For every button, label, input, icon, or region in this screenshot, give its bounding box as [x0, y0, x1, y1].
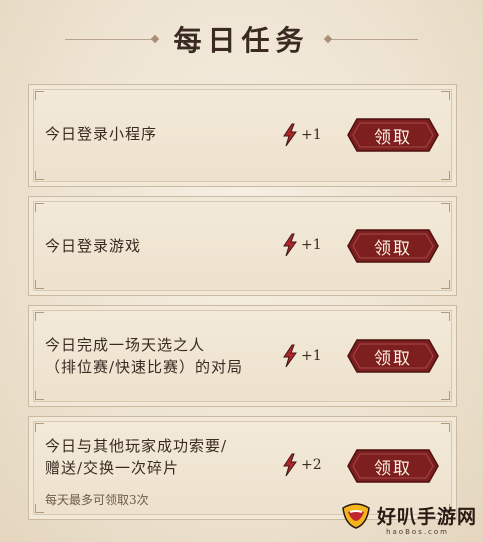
card-corner [35, 312, 44, 321]
task-limit-note: 每天最多可领取3次 [45, 493, 149, 507]
card-corner [441, 203, 450, 212]
task-text-line: 今日登录游戏 [45, 237, 142, 255]
card-corner [441, 171, 450, 180]
task-description: 今日登录游戏 [45, 235, 141, 257]
task-text-line: 今日与其他玩家成功索要/ [45, 437, 228, 455]
claim-button[interactable]: 领取 [347, 449, 439, 483]
header-divider-left [65, 38, 156, 40]
card-corner [441, 391, 450, 400]
task-description: 今日与其他玩家成功索要/ 赠送/交换一次碎片 [45, 435, 227, 479]
watermark-text: 好叭手游网 [376, 505, 477, 528]
card-corner [35, 203, 44, 212]
reward-amount: +2 [301, 457, 322, 473]
claim-button[interactable]: 领取 [347, 229, 439, 263]
card-corner [35, 504, 44, 513]
lightning-icon [283, 453, 297, 477]
card-corner [35, 391, 44, 400]
lightning-icon [283, 233, 297, 257]
claim-button-label: 领取 [374, 127, 412, 148]
page-title: 每日任务 [173, 24, 310, 57]
card-corner [441, 280, 450, 289]
page-header: 每日任务 [0, 14, 483, 64]
reward-amount: +1 [301, 348, 322, 364]
task-text-line: 今日完成一场天选之人 [45, 336, 206, 354]
lightning-icon [283, 344, 297, 368]
task-description: 今日完成一场天选之人 （排位赛/快速比赛）的对局 [45, 334, 243, 378]
card-corner [35, 91, 44, 100]
task-reward: +2 [281, 453, 322, 477]
task-reward: +1 [281, 344, 322, 368]
lightning-icon [283, 123, 297, 147]
task-list: 今日登录小程序 +1 领取 今日登录游戏 +1 领取 今日完成一场天选之人 （排… [28, 84, 457, 529]
card-corner [35, 423, 44, 432]
claim-button[interactable]: 领取 [347, 339, 439, 373]
header-divider-right [327, 38, 418, 40]
card-corner [441, 312, 450, 321]
task-reward: +1 [281, 233, 322, 257]
watermark-subtext: haoBos.com [386, 528, 449, 536]
claim-button-label: 领取 [374, 238, 412, 259]
card-corner [441, 423, 450, 432]
task-text-line: （排位赛/快速比赛）的对局 [45, 358, 244, 376]
reward-amount: +1 [301, 237, 322, 253]
card-corner [35, 280, 44, 289]
claim-button-label: 领取 [374, 348, 412, 369]
reward-amount: +1 [301, 127, 322, 143]
claim-button[interactable]: 领取 [347, 118, 439, 152]
task-text-line: 今日登录小程序 [45, 125, 158, 143]
task-card-login-game: 今日登录游戏 +1 领取 [28, 196, 457, 296]
site-watermark: 好叭手游网 haoBos.com [327, 492, 477, 538]
task-card-complete-match: 今日完成一场天选之人 （排位赛/快速比赛）的对局 +1 领取 [28, 305, 457, 407]
card-corner [441, 91, 450, 100]
task-description: 今日登录小程序 [45, 123, 157, 145]
task-reward: +1 [281, 123, 322, 147]
card-corner [35, 171, 44, 180]
task-text-line: 赠送/交换一次碎片 [45, 459, 180, 477]
task-card-login-miniprogram: 今日登录小程序 +1 领取 [28, 84, 457, 187]
mouth-logo-icon [342, 503, 370, 529]
claim-button-label: 领取 [374, 458, 412, 479]
